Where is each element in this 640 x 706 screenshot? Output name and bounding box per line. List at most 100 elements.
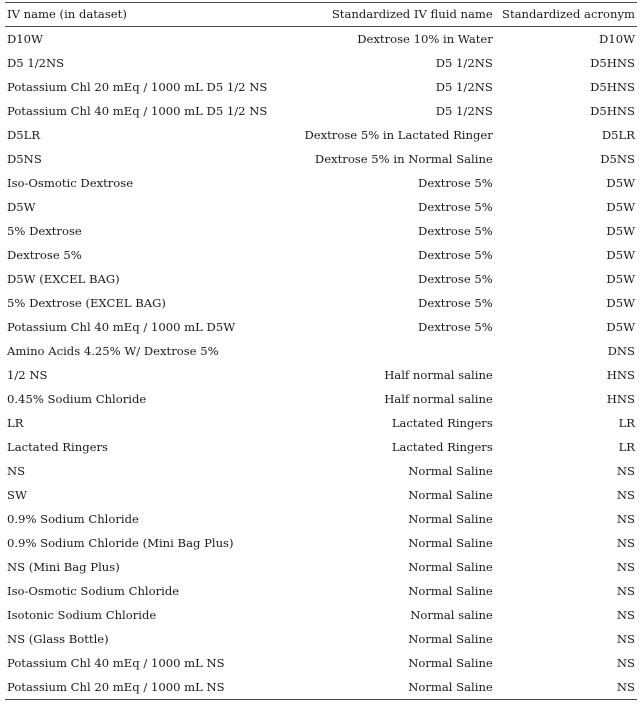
cell-iv-name: D5LR: [7, 128, 41, 142]
cell-acronym: NS: [616, 560, 635, 574]
cell-iv-name: LR: [7, 416, 24, 430]
iv-fluid-mapping-table-container: IV name (in dataset) Standardized IV flu…: [0, 2, 640, 706]
cell-acronym: DNS: [607, 344, 635, 358]
table-row: Iso-Osmotic Dextrose Dextrose 5% D5W: [5, 171, 637, 195]
cell-fluid-name: Dextrose 5%: [418, 272, 493, 286]
table-row: Lactated Ringers Lactated Ringers LR: [5, 435, 637, 459]
cell-fluid-name: Dextrose 5%: [418, 248, 493, 262]
cell-fluid-name: Dextrose 5% in Normal Saline: [314, 152, 493, 166]
cell-acronym: D5W: [606, 272, 635, 286]
table-row: D5W (EXCEL BAG) Dextrose 5% D5W: [5, 267, 637, 291]
cell-iv-name: 1/2 NS: [7, 368, 48, 382]
table-row: D5 1/2NS D5 1/2NS D5HNS: [5, 51, 637, 75]
table-row: Potassium Chl 40 mEq / 1000 mL D5W Dextro…: [5, 315, 637, 339]
cell-acronym: NS: [616, 584, 635, 598]
cell-fluid-name: Normal Saline: [408, 560, 493, 574]
cell-fluid-name: Half normal saline: [384, 368, 493, 382]
cell-acronym: D5W: [606, 176, 635, 190]
table-row: 5% Dextrose (EXCEL BAG) Dextrose 5% D5W: [5, 291, 637, 315]
cell-iv-name: Potassium Chl 20 mEq / 1000 mL NS: [5, 675, 284, 700]
cell-fluid-name: Normal Saline: [408, 512, 493, 526]
cell-iv-name: 5% Dextrose (EXCEL BAG): [7, 296, 166, 310]
cell-fluid-name: Half normal saline: [384, 392, 493, 406]
cell-iv-name: Amino Acids 4.25% W/ Dextrose 5%: [7, 344, 219, 358]
table-row: SW Normal Saline NS: [5, 483, 637, 507]
cell-iv-name: 0.9% Sodium Chloride (Mini Bag Plus): [7, 536, 234, 550]
cell-acronym: D5W: [606, 296, 635, 310]
cell-iv-name: NS (Glass Bottle): [7, 632, 109, 646]
table-row: D5LR Dextrose 5% in Lactated Ringer D5LR: [5, 123, 637, 147]
cell-acronym: NS: [616, 464, 635, 478]
table-row: NS Normal Saline NS: [5, 459, 637, 483]
cell-acronym: NS: [616, 488, 635, 502]
cell-acronym: NS: [494, 675, 637, 700]
cell-iv-name: Dextrose 5%: [7, 248, 82, 262]
cell-acronym: D5HNS: [590, 80, 635, 94]
cell-acronym: LR: [618, 416, 635, 430]
cell-iv-name: NS (Mini Bag Plus): [7, 560, 120, 574]
cell-iv-name: Potassium Chl 40 mEq / 1000 mL D5 1/2 NS: [7, 104, 268, 118]
cell-acronym: NS: [616, 512, 635, 526]
table-row: Potassium Chl 20 mEq / 1000 mL NS Normal …: [5, 675, 637, 700]
cell-fluid-name: Dextrose 5%: [418, 200, 493, 214]
cell-iv-name: Iso-Osmotic Dextrose: [7, 176, 134, 190]
cell-fluid-name: Lactated Ringers: [391, 440, 493, 454]
cell-fluid-name: Normal Saline: [408, 488, 493, 502]
cell-acronym: NS: [616, 536, 635, 550]
cell-iv-name: NS: [7, 464, 26, 478]
table-row: Potassium Chl 20 mEq / 1000 mL D5 1/2 NS…: [5, 75, 637, 99]
table-header-row: IV name (in dataset) Standardized IV flu…: [5, 2, 637, 27]
cell-fluid-name: Dextrose 10% in Water: [357, 32, 493, 46]
cell-iv-name: Isotonic Sodium Chloride: [7, 608, 157, 622]
cell-fluid-name: Normal Saline: [408, 656, 493, 670]
cell-iv-name: D10W: [7, 32, 43, 46]
table-row: 5% Dextrose Dextrose 5% D5W: [5, 219, 637, 243]
cell-iv-name: D5 1/2NS: [7, 56, 65, 70]
table-row: 0.45% Sodium Chloride Half normal saline H…: [5, 387, 637, 411]
cell-fluid-name: Normal Saline: [283, 675, 495, 700]
cell-fluid-name: Dextrose 5%: [418, 176, 493, 190]
table-row: Dextrose 5% Dextrose 5% D5W: [5, 243, 637, 267]
column-header-fluid-name: Standardized IV fluid name: [283, 2, 495, 27]
table-row: 0.9% Sodium Chloride Normal Saline NS: [5, 507, 637, 531]
table-row: D5NS Dextrose 5% in Normal Saline D5NS: [5, 147, 637, 171]
cell-fluid-name: Normal saline: [410, 608, 493, 622]
table-row: LR Lactated Ringers LR: [5, 411, 637, 435]
cell-iv-name: 0.9% Sodium Chloride: [7, 512, 139, 526]
table-row: 1/2 NS Half normal saline HNS: [5, 363, 637, 387]
cell-fluid-name: Dextrose 5%: [418, 320, 493, 334]
cell-acronym: D5W: [606, 320, 635, 334]
cell-acronym: NS: [616, 632, 635, 646]
cell-iv-name: 5% Dextrose: [7, 224, 82, 238]
cell-iv-name: 0.45% Sodium Chloride: [7, 392, 147, 406]
cell-fluid-name: D5 1/2NS: [435, 80, 493, 94]
cell-iv-name: D5NS: [7, 152, 42, 166]
column-header-iv-name: IV name (in dataset): [5, 2, 284, 27]
cell-iv-name: Iso-Osmotic Sodium Chloride: [7, 584, 180, 598]
cell-iv-name: Potassium Chl 40 mEq / 1000 mL NS: [7, 656, 225, 670]
cell-fluid-name: D5 1/2NS: [435, 104, 493, 118]
cell-fluid-name: Normal Saline: [408, 536, 493, 550]
table-body: D10W Dextrose 10% in Water D10W D5 1/2NS D5 …: [5, 27, 637, 700]
cell-iv-name: SW: [7, 488, 27, 502]
cell-acronym: D5HNS: [590, 104, 635, 118]
cell-acronym: D5NS: [600, 152, 635, 166]
cell-acronym: D5W: [606, 200, 635, 214]
table-row: Amino Acids 4.25% W/ Dextrose 5% DNS: [5, 339, 637, 363]
cell-iv-name: Lactated Ringers: [7, 440, 108, 454]
cell-fluid-name: Normal Saline: [408, 632, 493, 646]
cell-fluid-name: Dextrose 5%: [418, 296, 493, 310]
table-row: NS (Glass Bottle) Normal Saline NS: [5, 627, 637, 651]
table-row: D5W Dextrose 5% D5W: [5, 195, 637, 219]
cell-fluid-name: Normal Saline: [408, 584, 493, 598]
cell-fluid-name: Dextrose 5% in Lactated Ringer: [304, 128, 493, 142]
cell-iv-name: Potassium Chl 40 mEq / 1000 mL D5W: [7, 320, 236, 334]
cell-acronym: D5W: [606, 248, 635, 262]
cell-acronym: LR: [618, 440, 635, 454]
cell-fluid-name: Normal Saline: [408, 464, 493, 478]
table-row: Isotonic Sodium Chloride Normal saline NS: [5, 603, 637, 627]
cell-acronym: D5LR: [601, 128, 635, 142]
table-row: NS (Mini Bag Plus) Normal Saline NS: [5, 555, 637, 579]
table-row: Potassium Chl 40 mEq / 1000 mL D5 1/2 NS…: [5, 99, 637, 123]
table-row: 0.9% Sodium Chloride (Mini Bag Plus) Norm…: [5, 531, 637, 555]
